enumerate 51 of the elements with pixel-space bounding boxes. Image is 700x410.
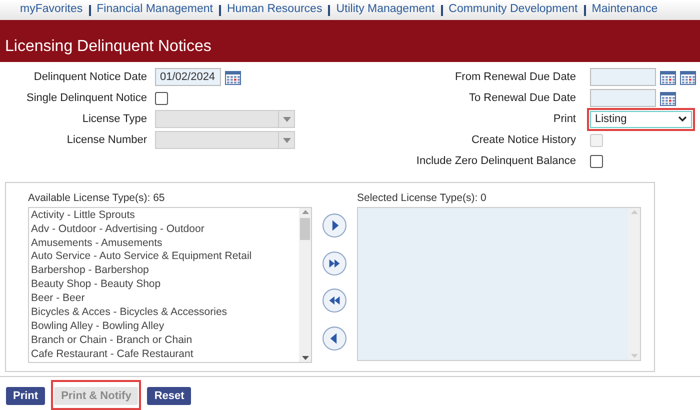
date-field[interactable] <box>590 89 656 107</box>
list-item[interactable]: Beauty Shop - Beauty Shop <box>31 278 297 292</box>
list-item[interactable]: Bowling Alley - Bowling Alley <box>31 320 297 334</box>
calendar-icon[interactable] <box>660 70 676 84</box>
page-title: Licensing Delinquent Notices <box>5 37 212 57</box>
field-label: Include Zero Delinquent Balance <box>415 154 577 169</box>
nav-link[interactable]: Maintenance <box>592 1 658 19</box>
scroll-thumb[interactable] <box>300 218 310 240</box>
list-item[interactable]: Amusements - Amusements <box>31 236 297 250</box>
list-heading: Selected License Type(s): 0 <box>357 191 488 206</box>
move-left-icon[interactable] <box>322 326 347 351</box>
list-item[interactable]: Beer - Beer <box>31 292 297 306</box>
list-item[interactable]: Branch or Chain - Branch or Chain <box>31 334 297 348</box>
date-field[interactable] <box>590 68 656 86</box>
field-label: Single Delinquent Notice <box>26 90 148 106</box>
checkbox[interactable] <box>155 92 168 104</box>
list-heading: Available License Type(s): 65 <box>28 191 166 206</box>
move-all-left-icon[interactable] <box>322 288 347 314</box>
calendar-clear-icon[interactable] <box>680 70 696 84</box>
field-label: Create Notice History <box>470 132 577 148</box>
nav-link[interactable]: Financial Management <box>96 1 213 19</box>
list-item[interactable]: Adv - Outdoor - Advertising - Outdoor <box>31 222 297 237</box>
nav-link[interactable]: myFavorites <box>20 1 83 19</box>
checkbox[interactable] <box>590 154 603 168</box>
caret-icon <box>282 116 290 122</box>
nav-link[interactable]: Community Development <box>448 1 578 19</box>
field-label: From Renewal Due Date <box>454 70 577 85</box>
list-item[interactable]: Auto Service - Auto Service & Equipment Retail <box>31 250 297 264</box>
action-button[interactable]: Print <box>6 387 46 406</box>
list-item[interactable]: Activity - Little Sprouts <box>31 208 297 223</box>
nav-link[interactable]: Human Resources <box>226 1 322 19</box>
field-label: License Type <box>81 112 148 127</box>
nav-link[interactable]: Utility Management <box>336 1 435 19</box>
caret-icon <box>282 138 290 142</box>
action-button[interactable]: Reset <box>147 387 192 406</box>
calendar-icon[interactable] <box>225 70 241 84</box>
field-label: License Number <box>66 132 148 148</box>
move-right-icon[interactable] <box>322 213 347 238</box>
date-field[interactable]: 01/02/2024 <box>155 68 221 86</box>
calendar-icon[interactable] <box>660 90 676 106</box>
field-label: Print <box>552 112 577 127</box>
move-all-right-icon[interactable] <box>322 250 347 276</box>
chevron-icon <box>678 116 687 122</box>
list-item[interactable]: Barbershop - Barbershop <box>31 264 297 278</box>
scrollbar[interactable] <box>299 208 311 362</box>
list-item[interactable]: Bicycles & Acces - Bicycles & Accessories <box>31 306 297 320</box>
scroll-down-icon[interactable] <box>302 356 308 360</box>
field-label: To Renewal Due Date <box>468 90 577 106</box>
list-item[interactable]: Cafe Restaurant - Cafe Restaurant <box>31 348 297 362</box>
field-label: Delinquent Notice Date <box>32 70 148 85</box>
print-select[interactable]: Listing <box>590 110 692 128</box>
